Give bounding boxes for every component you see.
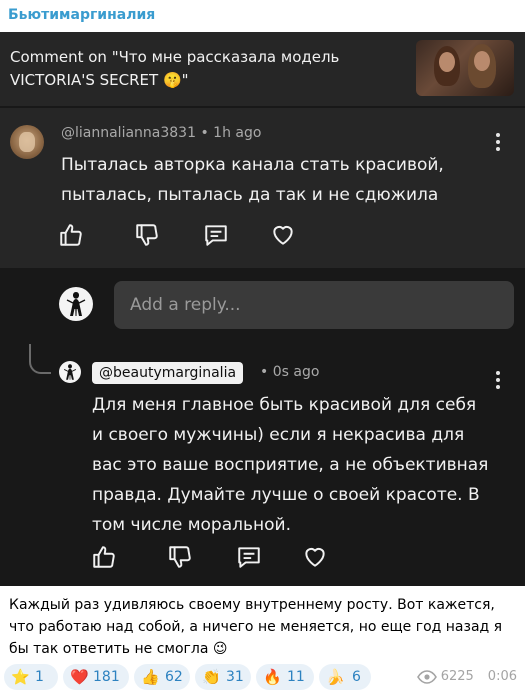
commenter-avatar[interactable] [10, 125, 44, 159]
reply-heart-icon[interactable] [302, 544, 328, 570]
comment-on-title: Comment on "Что мне рассказала модель VI… [10, 48, 340, 89]
reaction-star[interactable]: ⭐ 1 [4, 664, 58, 690]
reaction-clap[interactable]: 👏 31 [195, 664, 251, 690]
video-thumbnail [416, 40, 514, 96]
more-options-icon[interactable] [488, 130, 508, 154]
eye-icon [416, 669, 437, 684]
thumbs-up-icon: 👍 [141, 668, 160, 686]
post-stats: 6225 0:06 [416, 669, 517, 684]
heart-icon[interactable] [270, 222, 296, 248]
comment-text: Пыталась авторка канала стать красивой, … [61, 155, 444, 205]
reply-dislike-icon[interactable] [167, 544, 193, 570]
reply-meta: • 0s ago [260, 364, 320, 380]
comment-author[interactable]: @liannalianna3831 [61, 125, 196, 141]
user-avatar[interactable] [59, 287, 93, 321]
reaction-heart[interactable]: ❤️ 181 [63, 664, 129, 690]
clap-icon: 👏 [202, 668, 221, 686]
comment-meta: @liannalianna3831 • 1h ago [61, 125, 262, 141]
reply-reply-icon[interactable] [236, 544, 262, 570]
like-icon[interactable] [58, 222, 84, 248]
heart-reaction-icon: ❤️ [70, 668, 89, 686]
reply-like-icon[interactable] [91, 544, 117, 570]
channel-avatar[interactable] [59, 361, 81, 383]
reply-text: Для меня главное быть красивой для себя … [92, 395, 489, 535]
banana-icon: 🍌 [326, 668, 345, 686]
reaction-fire[interactable]: 🔥 11 [256, 664, 314, 690]
reply-icon[interactable] [203, 222, 229, 248]
fire-icon: 🔥 [263, 668, 282, 686]
reply-more-options-icon[interactable] [488, 368, 508, 392]
reaction-banana[interactable]: 🍌 6 [319, 664, 371, 690]
comment-time: 1h ago [213, 125, 262, 141]
star-icon: ⭐ [11, 668, 30, 686]
dislike-icon[interactable] [134, 222, 160, 248]
reaction-thumbs-up[interactable]: 👍 62 [134, 664, 190, 690]
add-reply-input[interactable] [114, 281, 514, 329]
channel-name[interactable]: Бьютимаргиналия [8, 7, 155, 23]
post-time: 0:06 [487, 669, 517, 684]
thread-connector [29, 344, 51, 374]
view-count: 6225 [440, 669, 474, 684]
post-caption: Каждый раз удивляюсь своему внутреннему … [9, 597, 503, 657]
reply-time: 0s ago [272, 364, 320, 380]
reply-author-handle[interactable]: @beautymarginalia [92, 362, 244, 384]
